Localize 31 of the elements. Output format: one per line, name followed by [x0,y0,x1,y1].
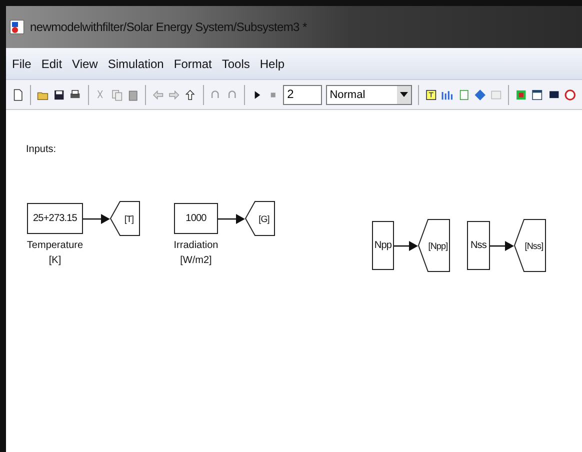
menu-item[interactable]: File [12,56,32,70]
menu-item[interactable]: Help [260,56,285,70]
signal-arrow [218,214,245,224]
target-icon[interactable] [564,86,576,102]
window-title: newmodelwithfilter/Solar Energy System/Subsystem3 * [30,20,307,34]
mode-dropdown[interactable]: Normal [326,84,412,104]
stop-time-field[interactable]: 2 [283,84,322,104]
goto-block[interactable]: [Nss] [514,219,546,272]
menu-item[interactable]: Edit [41,56,62,70]
inputs-label: Inputs: [26,144,56,155]
menu-item[interactable]: View [72,56,98,70]
goto-block[interactable]: [G] [245,201,275,236]
unit-label: [W/m2] [179,255,213,266]
constant-block[interactable]: 25+273.15 [27,203,83,234]
goto-block[interactable]: [Npp] [418,219,450,272]
signal-arrow [490,240,514,250]
menu-item[interactable]: Format [174,56,212,70]
new-document-icon[interactable] [12,86,24,102]
constant-block[interactable]: Npp [372,221,394,270]
block-label: Temperature [26,240,84,251]
menu-item[interactable]: Tools [222,56,250,70]
caret-icon [400,92,408,97]
constant-block[interactable]: 1000 [174,203,218,234]
signal-arrow [394,240,418,250]
menu-item[interactable]: Simulation [108,56,164,70]
unit-label: [K] [48,255,62,266]
app-icon [10,20,24,34]
constant-block[interactable]: Nss [467,221,490,270]
goto-block[interactable]: [T] [110,201,140,236]
signal-arrow [83,214,110,224]
block-label: Irradiation [172,240,220,251]
